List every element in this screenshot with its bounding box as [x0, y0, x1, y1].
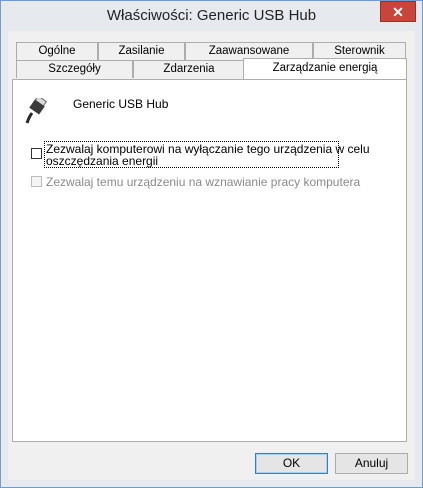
window-frame-bottom — [1, 480, 422, 487]
cancel-button-label: Anuluj — [354, 456, 389, 470]
tab-szczegoly[interactable]: Szczegóły — [16, 60, 133, 78]
cancel-button[interactable]: Anuluj — [335, 453, 408, 474]
tab-panel-power-management — [12, 79, 407, 442]
window-frame-right — [415, 31, 422, 487]
tab-label: Zdarzenia — [163, 63, 215, 75]
close-icon: ✕ — [392, 4, 404, 20]
allow-power-off-label-line2[interactable]: oszczędzania energii — [46, 155, 158, 167]
close-button[interactable]: ✕ — [380, 1, 416, 22]
window-title: Właściwości: Generic USB Hub — [106, 7, 317, 24]
ok-button[interactable]: OK — [255, 453, 328, 474]
tab-label: Sterownik — [334, 45, 385, 57]
allow-power-off-checkbox[interactable] — [31, 148, 42, 159]
allow-wake-checkbox — [31, 176, 42, 187]
tab-zarzadzanie-energia[interactable]: Zarządzanie energią — [243, 58, 407, 79]
properties-dialog: Właściwości: Generic USB Hub ✕ Ogólne Za… — [0, 0, 423, 488]
tab-label: Szczegóły — [48, 63, 101, 75]
tab-label: Zaawansowane — [208, 45, 290, 57]
window-frame-left — [1, 31, 8, 487]
tab-zasilanie[interactable]: Zasilanie — [98, 42, 185, 60]
ok-button-label: OK — [282, 456, 301, 470]
tab-label: Ogólne — [38, 45, 76, 57]
allow-wake-label: Zezwalaj temu urządzeniu na wznawianie p… — [46, 175, 361, 189]
usb-plug-icon — [25, 95, 49, 127]
device-name: Generic USB Hub — [73, 97, 169, 111]
tab-zdarzenia[interactable]: Zdarzenia — [133, 60, 245, 78]
tab-ogolne[interactable]: Ogólne — [16, 42, 98, 60]
tab-label: Zarządzanie energią — [272, 62, 378, 74]
tab-label: Zasilanie — [118, 45, 165, 57]
